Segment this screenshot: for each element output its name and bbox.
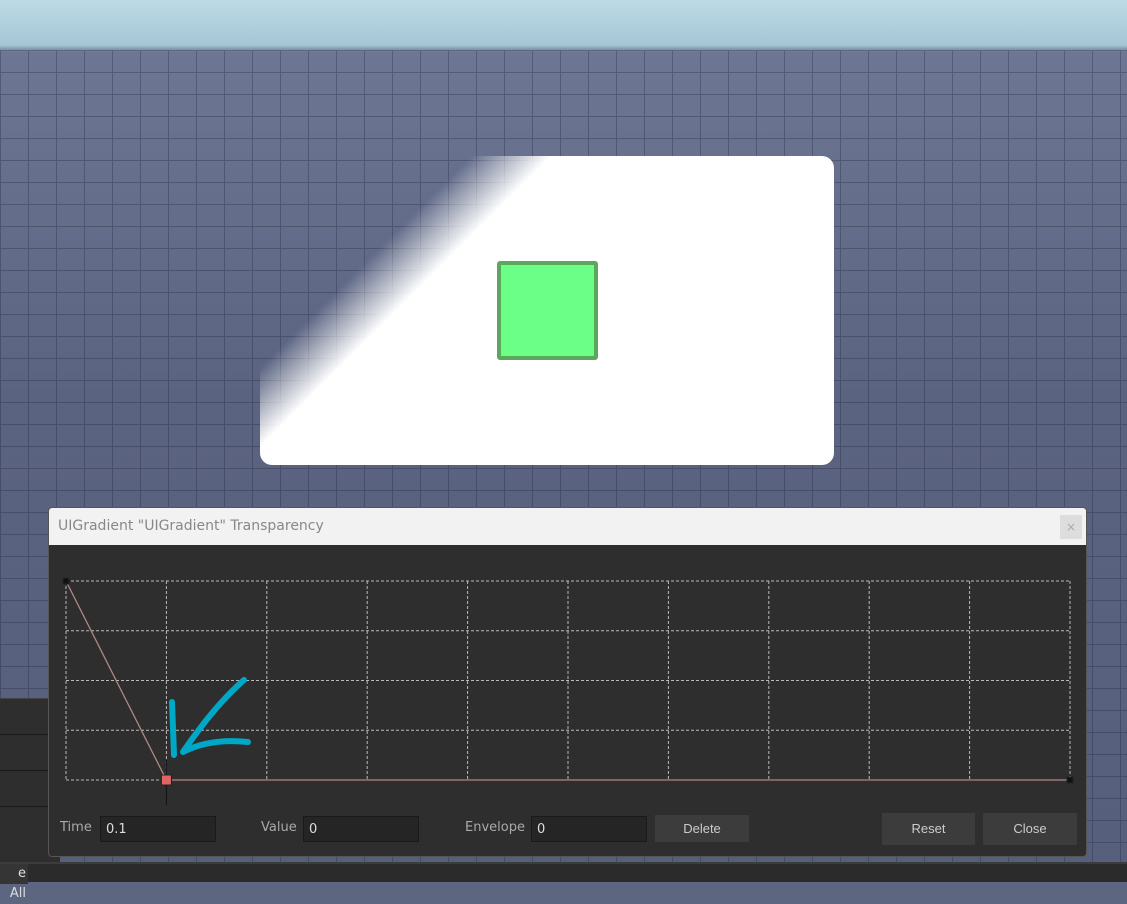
annotation-arrow xyxy=(169,677,251,758)
